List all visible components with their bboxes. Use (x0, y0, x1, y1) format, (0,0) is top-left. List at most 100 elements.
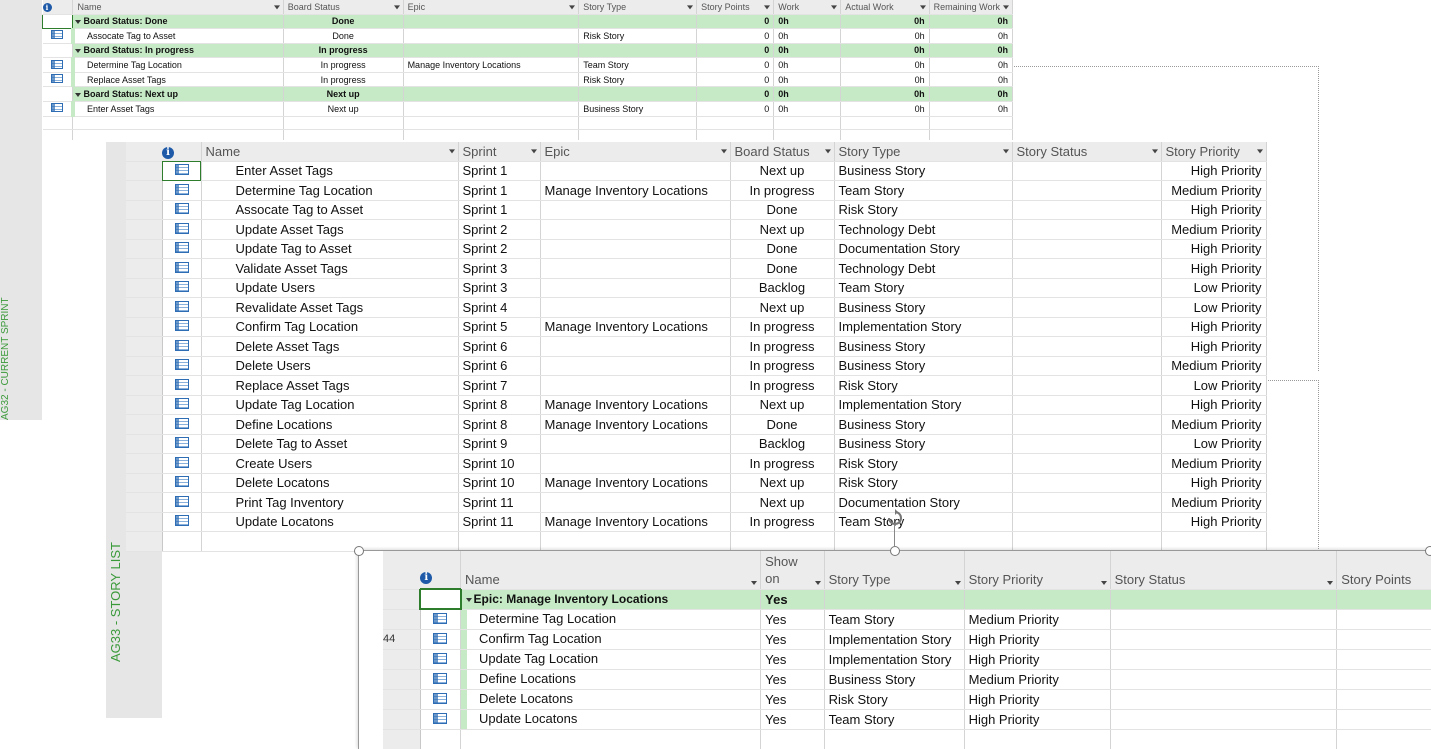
row-header[interactable] (126, 278, 163, 298)
empty-cell[interactable] (929, 129, 1014, 140)
row-header[interactable]: 44 (383, 629, 421, 650)
empty-cell[interactable] (540, 531, 731, 552)
story-priority-cell[interactable]: Low Priority (1161, 278, 1267, 298)
work-cell[interactable]: 0h (773, 28, 842, 44)
story-status-cell[interactable] (1012, 180, 1162, 201)
task-row[interactable]: Determine Tag Location In progress Manage … (42, 57, 1014, 73)
dropdown-arrow-icon[interactable] (831, 5, 838, 10)
story-type-cell[interactable]: Risk Story (578, 72, 698, 88)
story-name-cell[interactable]: Update Tag Location (460, 649, 762, 670)
dropdown-arrow-icon[interactable] (1327, 580, 1334, 585)
story-type-cell[interactable]: Team Story (834, 278, 1013, 298)
show-on-cell[interactable]: Yes (760, 649, 825, 670)
story-type-cell[interactable]: Business Story (834, 336, 1013, 357)
story-status-cell[interactable] (1012, 492, 1162, 513)
table-row[interactable]: Validate Asset Tags Sprint 3 Done Technolog… (126, 258, 1267, 279)
board-status-cell[interactable]: In progress (730, 317, 835, 337)
story-points-cell[interactable]: 0 (696, 43, 775, 59)
sprint-cell[interactable]: Sprint 3 (458, 258, 541, 279)
board-status-cell[interactable]: Next up (730, 492, 835, 513)
resize-handle[interactable] (1425, 546, 1431, 556)
epic-cell[interactable]: Manage Inventory Locations (540, 180, 731, 201)
remaining-work-cell[interactable]: 0h (929, 72, 1014, 88)
table-row[interactable]: Update Locatons Yes Team Story High Priorit… (383, 709, 1431, 730)
empty-cell[interactable] (201, 531, 459, 552)
story-type-cell[interactable]: Business Story (834, 161, 1013, 181)
rotate-handle-icon[interactable] (885, 508, 905, 528)
sprint-cell[interactable]: Sprint 11 (458, 512, 541, 532)
story-name-cell[interactable]: Define Locations (201, 414, 459, 435)
board-status-cell[interactable]: In progress (730, 512, 835, 532)
group-name[interactable]: Board Status: Next up (72, 86, 284, 103)
story-status-cell[interactable] (1012, 200, 1162, 220)
remaining-work-cell[interactable]: 0h (929, 101, 1014, 117)
story-name-cell[interactable]: Determine Tag Location (460, 609, 762, 630)
row-header[interactable] (126, 200, 163, 220)
sprint-cell[interactable]: Sprint 2 (458, 219, 541, 240)
sprint-cell[interactable]: Sprint 6 (458, 336, 541, 357)
task-row[interactable]: Enter Asset Tags Next up Business Story 0 0h… (42, 101, 1014, 117)
sprint-cell[interactable]: Sprint 1 (458, 200, 541, 220)
remaining-work-cell[interactable]: 0h (929, 43, 1014, 59)
story-priority-cell[interactable]: Medium Priority (1161, 453, 1267, 474)
show-on-cell[interactable]: Yes (760, 609, 825, 630)
story-priority-cell[interactable]: High Priority (1161, 161, 1267, 181)
story-priority-cell[interactable]: High Priority (964, 709, 1111, 730)
dropdown-arrow-icon[interactable] (273, 5, 280, 10)
story-type-cell[interactable]: Documentation Story (834, 239, 1013, 259)
story-type-cell[interactable]: Team Story (824, 709, 965, 730)
sprint-cell[interactable]: Sprint 1 (458, 161, 541, 181)
table-row[interactable]: Define Locations Yes Business Story Medium … (383, 669, 1431, 690)
board-status-cell[interactable]: Done (283, 28, 404, 44)
story-name-cell[interactable]: Delete Locatons (201, 473, 459, 493)
story-points-cell[interactable]: 0 (1336, 649, 1431, 670)
show-on-cell[interactable]: Yes (760, 689, 825, 710)
sprint-cell[interactable]: Sprint 4 (458, 297, 541, 318)
story-status-cell[interactable] (1012, 453, 1162, 474)
story-points-cell[interactable]: 0 (1336, 629, 1431, 650)
board-status-cell[interactable]: Next up (730, 297, 835, 318)
dropdown-arrow-icon[interactable] (393, 5, 400, 10)
row-header[interactable] (126, 297, 163, 318)
collapse-triangle-icon[interactable] (465, 597, 472, 602)
collapse-triangle-icon[interactable] (75, 92, 82, 97)
story-status-cell[interactable] (1012, 375, 1162, 396)
story-status-cell[interactable] (1012, 258, 1162, 279)
sprint-cell[interactable]: Sprint 6 (458, 356, 541, 376)
story-status-cell[interactable] (1012, 278, 1162, 298)
dropdown-arrow-icon[interactable] (919, 5, 926, 10)
row-header[interactable] (126, 317, 163, 337)
task-name[interactable]: Determine Tag Location (70, 57, 284, 73)
resize-handle[interactable] (354, 546, 364, 556)
table-row[interactable]: Print Tag Inventory Sprint 11 Next up Docum… (126, 492, 1267, 513)
story-status-cell[interactable] (1110, 649, 1338, 670)
epic-cell[interactable] (540, 200, 731, 220)
story-name-cell[interactable]: Assocate Tag to Asset (201, 200, 459, 220)
dropdown-arrow-icon[interactable] (764, 5, 771, 10)
sprint-cell[interactable]: Sprint 10 (458, 473, 541, 493)
row-header[interactable] (126, 434, 163, 454)
story-name-cell[interactable]: Print Tag Inventory (201, 492, 459, 513)
table-row[interactable]: Update Locatons Sprint 11 Manage Inventory… (126, 512, 1267, 532)
empty-cell[interactable] (1110, 729, 1338, 749)
empty-cell[interactable] (403, 129, 580, 140)
work-cell[interactable]: 0h (773, 72, 842, 88)
table-row[interactable]: Update Tag Location Sprint 8 Manage Invent… (126, 395, 1267, 415)
row-header[interactable] (383, 589, 421, 610)
sprint-cell[interactable]: Sprint 10 (458, 453, 541, 474)
board-status-cell[interactable]: Next up (730, 161, 835, 181)
col-header-epic[interactable]: Epic (403, 0, 580, 15)
empty-cell[interactable] (42, 116, 74, 130)
story-priority-cell[interactable]: Medium Priority (1161, 180, 1267, 201)
story-type-cell[interactable]: Risk Story (834, 453, 1013, 474)
story-points-cell[interactable]: 0 (1336, 609, 1431, 630)
remaining-work-cell[interactable]: 0h (929, 57, 1014, 73)
row-header[interactable] (383, 649, 421, 670)
empty-cell[interactable] (126, 551, 163, 552)
epic-cell[interactable] (403, 86, 580, 103)
epic-cell[interactable] (403, 101, 580, 117)
story-status-cell[interactable] (1110, 669, 1338, 690)
board-status-cell[interactable]: Backlog (730, 434, 835, 454)
actual-work-cell[interactable]: 0h (840, 86, 930, 103)
col-header-story-points[interactable]: Story Points (1336, 551, 1431, 590)
